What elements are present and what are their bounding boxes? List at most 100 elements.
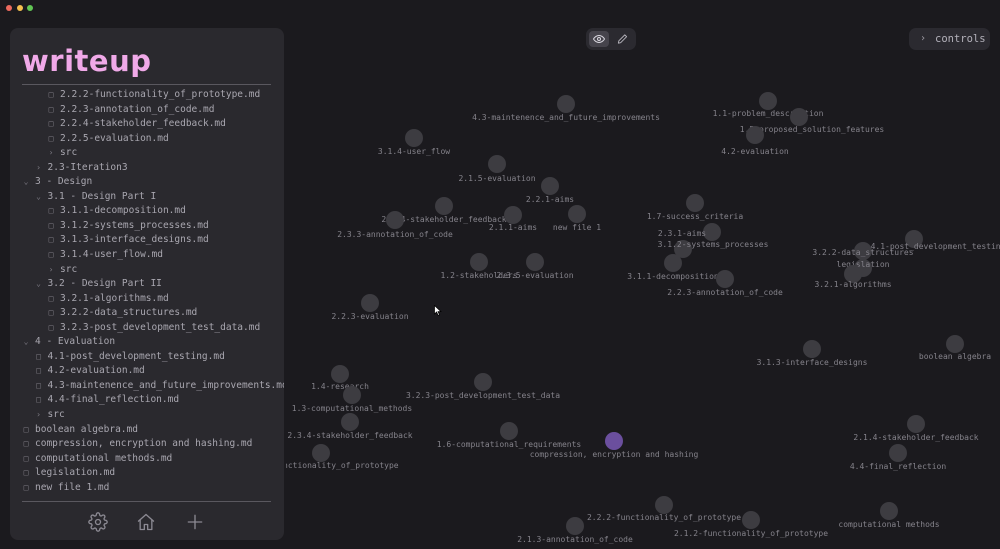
- graph-node-circle[interactable]: [361, 294, 379, 312]
- file-tree-item[interactable]: □ 3.1.1-decomposition.md: [10, 204, 284, 219]
- file-tree-item[interactable]: □ 3.2.2-data_structures.md: [10, 306, 284, 321]
- file-tree-item[interactable]: □ computational methods.md: [10, 452, 284, 467]
- graph-node-circle[interactable]: [435, 197, 453, 215]
- graph-node[interactable]: 2.2.2-functionality_of_prototype: [587, 496, 741, 522]
- graph-node-circle[interactable]: [557, 95, 575, 113]
- graph-node-circle[interactable]: [488, 155, 506, 173]
- graph-node-circle[interactable]: [312, 444, 330, 462]
- graph-node-circle[interactable]: [946, 335, 964, 353]
- file-tree-item[interactable]: □ 4.4-final_reflection.md: [10, 393, 284, 408]
- controls-toggle[interactable]: › controls: [909, 28, 990, 50]
- graph-node-circle[interactable]: [605, 432, 623, 450]
- graph-node[interactable]: 1.7-success_criteria: [647, 194, 744, 221]
- file-tree-item[interactable]: □ 4.3-maintenence_and_future_improvements…: [10, 379, 284, 394]
- folder-tree-item[interactable]: › src: [10, 263, 284, 278]
- graph-node-circle[interactable]: [655, 496, 673, 514]
- file-tree-item[interactable]: □ 4.1-post_development_testing.md: [10, 350, 284, 365]
- graph-node-circle[interactable]: [742, 511, 760, 529]
- graph-view[interactable]: 4.3-maintenence_and_future_improvements 1…: [286, 52, 1000, 549]
- graph-node[interactable]: 3.1.4-user_flow: [378, 129, 450, 156]
- graph-node-label: 1.3-computational_methods: [292, 404, 413, 413]
- graph-canvas[interactable]: 4.3-maintenence_and_future_improvements 1…: [286, 52, 1000, 549]
- folder-tree-item[interactable]: ⌄ 4 - Evaluation: [10, 335, 284, 350]
- graph-node[interactable]: 4.3-maintenence_and_future_improvements: [472, 95, 660, 122]
- file-tree-item[interactable]: □ compression, encryption and hashing.md: [10, 437, 284, 452]
- minimize-window-button[interactable]: [17, 5, 23, 11]
- file-tree-item[interactable]: □ 2.2.3-annotation_of_code.md: [10, 103, 284, 118]
- graph-node-circle[interactable]: [907, 415, 925, 433]
- graph-node-label: compression, encryption and hashing: [530, 450, 699, 459]
- graph-node[interactable]: 2.1.4-stakeholder_feedback: [853, 415, 979, 442]
- folder-tree-item[interactable]: ⌄ 3.2 - Design Part II: [10, 277, 284, 292]
- file-tree-item[interactable]: □ boolean algebra.md: [10, 423, 284, 438]
- graph-node-circle[interactable]: [746, 126, 764, 144]
- file-tree-item[interactable]: □ new file 1.md: [10, 481, 284, 496]
- graph-node-circle[interactable]: [331, 365, 349, 383]
- graph-node[interactable]: 2.3.1-aims: [658, 223, 721, 241]
- graph-node[interactable]: boolean algebra: [919, 335, 991, 361]
- graph-node-circle[interactable]: [716, 270, 734, 288]
- graph-node-circle[interactable]: [341, 413, 359, 431]
- graph-node-circle[interactable]: [386, 211, 404, 229]
- edit-mode-button[interactable]: [612, 31, 632, 47]
- graph-node-circle[interactable]: [790, 108, 808, 126]
- file-tree-label: 2.2.2-functionality_of_prototype.md: [60, 89, 261, 100]
- graph-node-circle[interactable]: [759, 92, 777, 110]
- graph-node-label: 4.3-maintenence_and_future_improvements: [472, 113, 660, 122]
- graph-node[interactable]: new file 1: [553, 205, 601, 232]
- graph-node-circle[interactable]: [526, 253, 544, 271]
- file-tree-item[interactable]: □ 2.2.4-stakeholder_feedback.md: [10, 117, 284, 132]
- graph-node[interactable]: computational methods: [838, 502, 940, 529]
- file-tree-item[interactable]: □ 2.2.2-functionality_of_prototype.md: [10, 88, 284, 103]
- graph-node[interactable]: 1.6-computational_requirements: [437, 422, 582, 449]
- graph-node-circle[interactable]: [405, 129, 423, 147]
- graph-node-circle[interactable]: [803, 340, 821, 358]
- graph-node-circle[interactable]: [474, 373, 492, 391]
- graph-node[interactable]: functionality_of_prototype: [286, 444, 399, 470]
- folder-tree-item[interactable]: › src: [10, 408, 284, 423]
- settings-button[interactable]: [88, 512, 108, 532]
- graph-node[interactable]: 2.1.5-evaluation: [458, 155, 536, 183]
- folder-tree-item[interactable]: › src: [10, 146, 284, 161]
- graph-node-circle[interactable]: [504, 206, 522, 224]
- folder-tree-item[interactable]: ⌄ 3.1 - Design Part I: [10, 190, 284, 205]
- file-tree-item[interactable]: □ 3.2.3-post_development_test_data.md: [10, 321, 284, 336]
- graph-node[interactable]: 2.2.3-evaluation: [331, 294, 409, 321]
- graph-node-circle[interactable]: [566, 517, 584, 535]
- file-tree-item[interactable]: □ 3.2.1-algorithms.md: [10, 292, 284, 307]
- graph-node[interactable]: 4.4-final_reflection: [850, 444, 947, 471]
- graph-node[interactable]: 1.3-computational_methods: [292, 386, 413, 413]
- graph-node[interactable]: 3.2.3-post_development_test_data: [406, 373, 560, 400]
- graph-node-circle[interactable]: [568, 205, 586, 223]
- graph-node-circle[interactable]: [470, 253, 488, 271]
- graph-node-circle[interactable]: [664, 254, 682, 272]
- mouse-cursor-icon: [434, 305, 442, 316]
- file-tree-item[interactable]: □ 4.2-evaluation.md: [10, 364, 284, 379]
- close-window-button[interactable]: [6, 5, 12, 11]
- graph-node-circle[interactable]: [686, 194, 704, 212]
- graph-node-circle[interactable]: [500, 422, 518, 440]
- graph-node-circle[interactable]: [880, 502, 898, 520]
- graph-node[interactable]: 1.4-research: [311, 365, 369, 391]
- folder-tree-item[interactable]: › 2.3-Iteration3: [10, 161, 284, 176]
- graph-node[interactable]: 3.1.1-decomposition: [627, 254, 719, 281]
- file-tree-item[interactable]: □ 3.1.2-systems_processes.md: [10, 219, 284, 234]
- home-button[interactable]: [136, 512, 156, 532]
- graph-node-label: 3.1.2-systems_processes: [658, 240, 769, 249]
- graph-node[interactable]: 2.3.4-stakeholder_feedback: [287, 413, 413, 440]
- graph-node[interactable]: 3.1.3-interface_designs: [757, 340, 868, 367]
- folder-tree-item[interactable]: ⌄ 3 - Design: [10, 175, 284, 190]
- graph-node-circle[interactable]: [541, 177, 559, 195]
- graph-node[interactable]: 2.3.5-evaluation: [496, 253, 574, 280]
- graph-node-circle[interactable]: [343, 386, 361, 404]
- graph-node-label: new file 1: [553, 223, 601, 232]
- maximize-window-button[interactable]: [27, 5, 33, 11]
- file-icon: □: [23, 439, 29, 449]
- file-tree-item[interactable]: □ 3.1.3-interface_designs.md: [10, 233, 284, 248]
- graph-node-circle[interactable]: [889, 444, 907, 462]
- new-file-button[interactable]: [185, 512, 205, 532]
- file-tree-item[interactable]: □ 3.1.4-user_flow.md: [10, 248, 284, 263]
- file-tree-item[interactable]: □ legislation.md: [10, 466, 284, 481]
- file-tree-item[interactable]: □ 2.2.5-evaluation.md: [10, 132, 284, 147]
- view-mode-button[interactable]: [589, 31, 609, 47]
